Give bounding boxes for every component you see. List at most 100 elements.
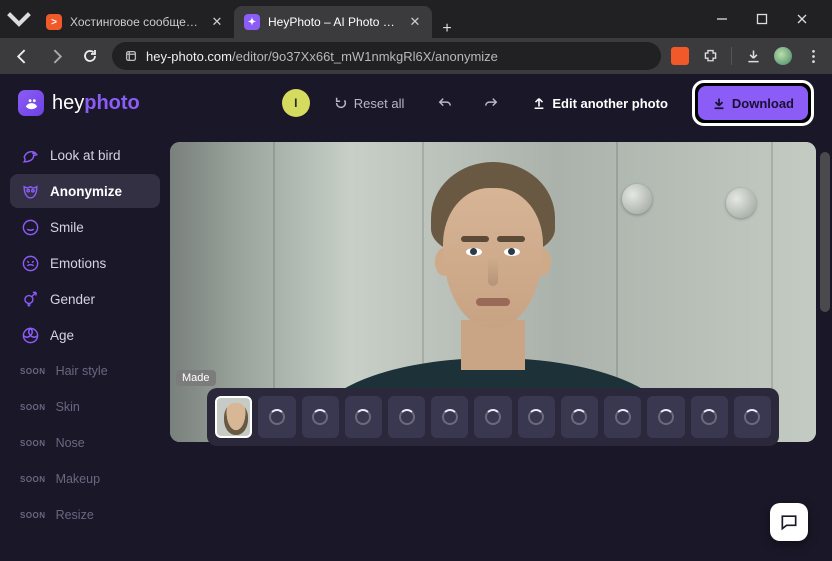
back-button[interactable]	[10, 44, 34, 68]
variant-thumbnail-loading[interactable]	[691, 396, 728, 438]
chat-icon	[779, 512, 799, 532]
variant-thumbnail-loading[interactable]	[431, 396, 468, 438]
variant-thumbnail-loading[interactable]	[647, 396, 684, 438]
redo-icon	[484, 96, 498, 110]
app-page: heyphoto I Reset all Edit another photo …	[0, 74, 832, 561]
url-text: hey-photo.com/editor/9o37Xx66t_mW1nmkgRl…	[146, 49, 498, 64]
age-icon	[20, 325, 40, 345]
sidebar-item-age[interactable]: Age	[10, 318, 160, 352]
emotions-icon	[20, 253, 40, 273]
download-icon	[712, 96, 726, 110]
favicon: >	[46, 14, 62, 30]
sidebar-item-label: Makeup	[56, 472, 100, 486]
profile-icon[interactable]	[774, 47, 792, 65]
new-tab-button[interactable]: +	[432, 20, 462, 38]
undo-button[interactable]	[428, 86, 462, 120]
spinner-icon	[399, 409, 415, 425]
sidebar-item-label: Hair style	[56, 364, 108, 378]
address-bar: hey-photo.com/editor/9o37Xx66t_mW1nmkgRl…	[0, 38, 832, 74]
download-highlight: Download	[692, 80, 814, 126]
sidebar-item-anonymize[interactable]: Anonymize	[10, 174, 160, 208]
spinner-icon	[485, 409, 501, 425]
browser-tab-inactive[interactable]: > Хостинговое сообщество «Tim ✕	[36, 6, 234, 38]
soon-badge: SOON	[20, 439, 46, 448]
app-logo[interactable]: heyphoto	[18, 90, 140, 116]
sidebar-item-look-at-bird[interactable]: Look at bird	[10, 138, 160, 172]
app-header: heyphoto I Reset all Edit another photo …	[0, 74, 832, 132]
extension-icon[interactable]	[671, 47, 689, 65]
sidebar-item-label: Age	[50, 328, 74, 343]
sidebar-item-label: Emotions	[50, 256, 106, 271]
sidebar-item-hair-style: SOON Hair style	[10, 354, 160, 388]
upload-icon	[532, 96, 546, 110]
soon-badge: SOON	[20, 367, 46, 376]
soon-badge: SOON	[20, 403, 46, 412]
soon-badge: SOON	[20, 475, 46, 484]
bird-icon	[20, 145, 40, 165]
sidebar-item-label: Smile	[50, 220, 84, 235]
variant-thumbnail-loading[interactable]	[518, 396, 555, 438]
browser-tab-active[interactable]: ✦ HeyPhoto – AI Photo Editor On ✕	[234, 6, 432, 38]
maximize-button[interactable]	[742, 0, 782, 38]
sidebar-item-gender[interactable]: Gender	[10, 282, 160, 316]
variant-thumbnail-original[interactable]	[215, 396, 252, 438]
close-window-button[interactable]	[782, 0, 822, 38]
toolbar-extensions	[671, 47, 822, 65]
spinner-icon	[528, 409, 544, 425]
window-controls	[702, 0, 822, 38]
spinner-icon	[355, 409, 371, 425]
site-info-icon[interactable]	[124, 49, 138, 63]
spinner-icon	[269, 409, 285, 425]
sidebar: Look at bird Anonymize Smile Emotions Ge…	[0, 132, 170, 561]
spinner-icon	[744, 409, 760, 425]
variant-thumbnail-loading[interactable]	[258, 396, 295, 438]
variant-thumbnail-loading[interactable]	[474, 396, 511, 438]
forward-button[interactable]	[44, 44, 68, 68]
favicon: ✦	[244, 14, 260, 30]
sidebar-item-nose: SOON Nose	[10, 426, 160, 460]
sidebar-item-label: Skin	[56, 400, 80, 414]
close-icon[interactable]: ✕	[210, 15, 224, 29]
variant-thumbnail-loading[interactable]	[302, 396, 339, 438]
spinner-icon	[571, 409, 587, 425]
tabs-dropdown[interactable]	[6, 0, 32, 38]
reload-button[interactable]	[78, 44, 102, 68]
sidebar-item-label: Nose	[56, 436, 85, 450]
spinner-icon	[658, 409, 674, 425]
page-scrollbar[interactable]	[820, 152, 830, 312]
downloads-icon[interactable]	[744, 47, 762, 65]
sidebar-item-smile[interactable]: Smile	[10, 210, 160, 244]
variant-thumbnail-loading[interactable]	[734, 396, 771, 438]
sidebar-item-resize: SOON Resize	[10, 498, 160, 532]
main-area: Look at bird Anonymize Smile Emotions Ge…	[0, 132, 832, 561]
soon-badge: SOON	[20, 511, 46, 520]
variant-strip	[207, 388, 779, 446]
sidebar-item-label: Resize	[56, 508, 94, 522]
reset-icon	[334, 96, 348, 110]
reset-all-button[interactable]: Reset all	[322, 86, 417, 120]
sidebar-item-emotions[interactable]: Emotions	[10, 246, 160, 280]
spinner-icon	[442, 409, 458, 425]
variant-thumbnail-loading[interactable]	[345, 396, 382, 438]
sidebar-item-label: Anonymize	[50, 184, 122, 199]
variant-thumbnail-loading[interactable]	[604, 396, 641, 438]
tab-title: HeyPhoto – AI Photo Editor On	[268, 15, 400, 29]
sidebar-item-label: Gender	[50, 292, 95, 307]
minimize-button[interactable]	[702, 0, 742, 38]
variant-thumbnail-loading[interactable]	[561, 396, 598, 438]
variant-thumbnail-loading[interactable]	[388, 396, 425, 438]
avatar[interactable]: I	[282, 89, 310, 117]
url-input[interactable]: hey-photo.com/editor/9o37Xx66t_mW1nmkgRl…	[112, 42, 661, 70]
kebab-menu-icon[interactable]	[804, 47, 822, 65]
extensions-menu-icon[interactable]	[701, 47, 719, 65]
close-icon[interactable]: ✕	[408, 15, 422, 29]
undo-icon	[438, 96, 452, 110]
edit-another-button[interactable]: Edit another photo	[520, 86, 680, 120]
tab-title: Хостинговое сообщество «Tim	[70, 15, 202, 29]
tab-list: > Хостинговое сообщество «Tim ✕ ✦ HeyPho…	[32, 0, 702, 38]
redo-button[interactable]	[474, 86, 508, 120]
chat-widget-button[interactable]	[770, 503, 808, 541]
download-button[interactable]: Download	[698, 86, 808, 120]
sidebar-item-makeup: SOON Makeup	[10, 462, 160, 496]
spinner-icon	[701, 409, 717, 425]
